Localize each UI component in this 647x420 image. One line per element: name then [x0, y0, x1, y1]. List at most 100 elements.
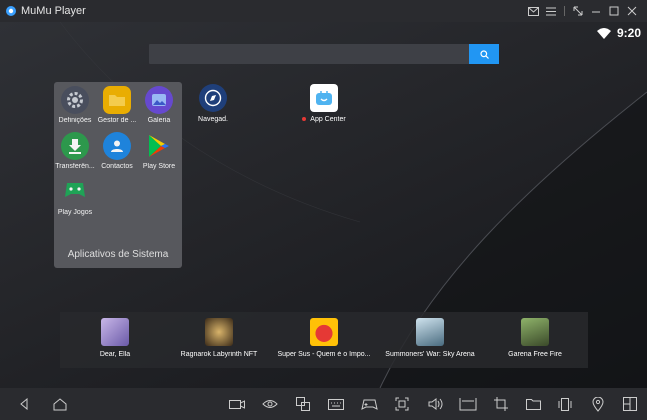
shake-button[interactable] [555, 394, 575, 414]
folder-icon [103, 86, 131, 114]
multi-instance-button[interactable] [293, 394, 313, 414]
game-ragnarok[interactable]: Ragnarok Labyrinth NFT [164, 318, 274, 358]
free-fire-icon [521, 318, 549, 346]
apk-icon [459, 398, 477, 411]
game-label: Super Sus - Quem é o Impo... [277, 351, 371, 358]
screenshot-button[interactable] [392, 394, 412, 414]
contacts-icon [103, 132, 131, 160]
status-bar: 9:20 [596, 24, 641, 42]
compass-icon [199, 84, 227, 112]
crop-button[interactable] [491, 394, 511, 414]
record-button[interactable] [227, 394, 247, 414]
restore-layout-button[interactable] [569, 0, 587, 22]
eye-icon [262, 400, 278, 408]
game-super-sus[interactable]: Super Sus - Quem é o Impo... [269, 318, 379, 358]
app-label: Navegad. [198, 116, 228, 123]
back-button[interactable] [14, 394, 34, 414]
app-center-label: App Center [310, 116, 346, 123]
super-sus-icon [310, 318, 338, 346]
eye-toggle-button[interactable] [260, 394, 280, 414]
app-label: Galeria [147, 117, 171, 124]
app-settings[interactable]: Definições [54, 86, 96, 124]
play-games-icon [61, 178, 89, 206]
wifi-icon [596, 27, 611, 39]
game-label: Ragnarok Labyrinth NFT [180, 351, 258, 358]
video-camera-icon [229, 399, 245, 409]
app-app-center[interactable]: App Center [294, 84, 354, 123]
shake-icon [558, 397, 572, 411]
screenshot-icon [395, 397, 409, 411]
close-button[interactable] [623, 0, 641, 22]
app-downloads[interactable]: Transferên... [54, 132, 96, 170]
gear-icon [61, 86, 89, 114]
maximize-button[interactable] [605, 0, 623, 22]
home-button[interactable] [50, 394, 70, 414]
titlebar-divider [564, 6, 565, 16]
home-icon [53, 397, 67, 410]
app-label: Play Store [142, 163, 176, 170]
folder-icon [525, 399, 541, 410]
play-store-icon [145, 132, 173, 160]
game-label: Garena Free Fire [508, 351, 562, 358]
game-dear-ella[interactable]: Dear, Ella [60, 318, 170, 358]
mail-icon [527, 6, 539, 16]
search-icon [479, 49, 489, 59]
game-label: Summoners' War: Sky Arena [385, 351, 475, 358]
multi-window-icon [296, 397, 310, 411]
folder-title: Aplicativos de Sistema [67, 249, 169, 260]
title-bar: MuMu Player [0, 0, 647, 22]
game-label: Dear, Ella [99, 351, 131, 358]
app-label: App Center [294, 116, 354, 123]
ragnarok-icon [205, 318, 233, 346]
app-label: Play Jogos [57, 209, 93, 216]
download-icon [61, 132, 89, 160]
window-title: MuMu Player [21, 5, 86, 17]
keyboard-button[interactable] [326, 394, 346, 414]
shared-folder-button[interactable] [523, 394, 543, 414]
volume-button[interactable] [425, 394, 445, 414]
app-browser[interactable]: Navegad. [183, 84, 243, 123]
app-play-store[interactable]: Play Store [138, 132, 180, 170]
mail-button[interactable] [524, 0, 542, 22]
crop-icon [494, 397, 508, 411]
app-contacts[interactable]: Contactos [96, 132, 138, 170]
back-icon [20, 398, 28, 410]
keyboard-icon [328, 398, 344, 410]
app-play-games[interactable]: Play Jogos [54, 178, 96, 216]
app-label: Definições [58, 117, 92, 124]
game-free-fire[interactable]: Garena Free Fire [480, 318, 590, 358]
app-label: Transferên... [55, 163, 95, 170]
location-pin-icon [592, 396, 604, 412]
search-bar[interactable] [149, 44, 499, 64]
bottom-toolbar [0, 388, 647, 420]
game-dock: Dear, Ella Ragnarok Labyrinth NFT Super … [60, 312, 588, 368]
search-button[interactable] [469, 44, 499, 64]
more-tools-button[interactable] [620, 394, 640, 414]
gamepad-icon [360, 399, 378, 410]
dear-ella-icon [101, 318, 129, 346]
app-label: Contactos [101, 163, 133, 170]
shrink-icon [573, 6, 583, 16]
minimize-icon [592, 11, 600, 13]
mumu-logo-icon [6, 6, 16, 16]
summoners-war-icon [416, 318, 444, 346]
game-summoners-war[interactable]: Summoners' War: Sky Arena [375, 318, 485, 358]
minimize-button[interactable] [587, 0, 605, 22]
speaker-icon [428, 398, 442, 410]
gallery-icon [145, 86, 173, 114]
apk-install-button[interactable] [458, 394, 478, 414]
app-label: Gestor de ... [97, 117, 137, 124]
android-home-screen: 9:20 Definições Gestor de ... Galeria Tr… [0, 22, 647, 388]
app-gallery[interactable]: Galeria [138, 86, 180, 124]
location-button[interactable] [588, 394, 608, 414]
gamepad-button[interactable] [359, 394, 379, 414]
tools-panel-icon [623, 397, 637, 411]
new-badge-dot [302, 117, 307, 122]
close-icon [627, 6, 637, 16]
app-file-manager[interactable]: Gestor de ... [96, 86, 138, 124]
menu-icon [546, 7, 556, 15]
status-clock: 9:20 [616, 26, 641, 40]
system-apps-folder[interactable]: Definições Gestor de ... Galeria Transfe… [54, 82, 182, 268]
app-center-icon [310, 84, 338, 112]
menu-button[interactable] [542, 0, 560, 22]
